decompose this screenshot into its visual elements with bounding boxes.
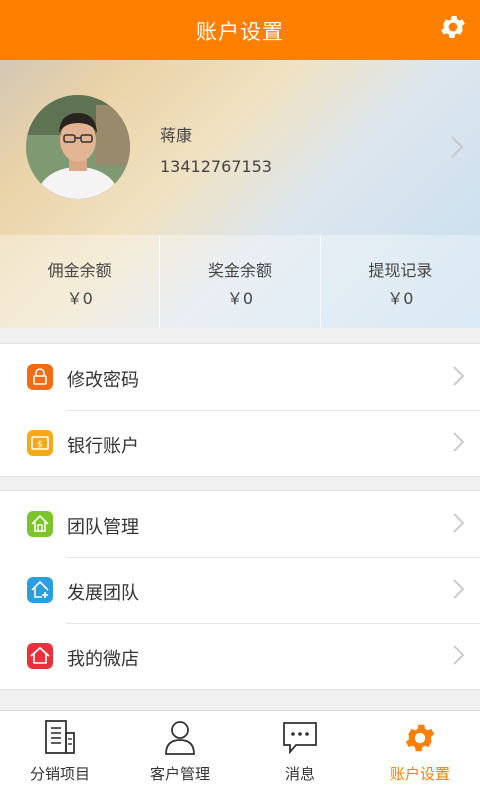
- chevron-right-icon: [453, 513, 464, 533]
- user-name: 蒋康: [160, 126, 193, 145]
- bottom-tab-bar: 分销项目 客户管理 消息 账户设置: [0, 710, 480, 801]
- tab-label: 分销项目: [29, 765, 90, 783]
- menu-item-my-shop[interactable]: 我的微店: [0, 623, 480, 689]
- stat-label: 佣金余额: [47, 261, 112, 280]
- document-icon: [45, 720, 75, 754]
- menu-item-team-management[interactable]: 团队管理: [0, 491, 480, 557]
- chevron-right-icon: [453, 579, 464, 599]
- chevron-right-icon: [453, 432, 464, 452]
- menu-item-label: 团队管理: [67, 517, 139, 538]
- menu-group-account: 修改密码 $ 银行账户: [0, 343, 480, 477]
- stat-label: 提现记录: [368, 261, 433, 280]
- profile-card[interactable]: 蒋康 13412767153 佣金余额 ￥0 奖金余额 ￥0 提现记录 ￥0: [0, 60, 480, 328]
- svg-text:$: $: [37, 440, 43, 450]
- gear-icon: [405, 724, 435, 752]
- withdraw-records[interactable]: 提现记录 ￥0: [319, 235, 480, 328]
- menu-item-bank-account[interactable]: $ 银行账户: [0, 410, 480, 476]
- chevron-right-icon: [453, 366, 464, 386]
- tab-messages[interactable]: 消息: [240, 711, 360, 801]
- stat-value: ￥0: [66, 289, 93, 308]
- home-add-icon: [27, 577, 53, 603]
- person-icon: [165, 721, 195, 755]
- tab-label: 账户设置: [389, 765, 450, 783]
- stat-value: ￥0: [387, 289, 414, 308]
- lock-icon: [27, 364, 53, 390]
- menu-item-label: 我的微店: [67, 649, 139, 670]
- tab-account-settings[interactable]: 账户设置: [360, 711, 480, 801]
- shop-icon: [27, 643, 53, 669]
- page-title: 账户设置: [196, 20, 284, 44]
- menu-item-label: 发展团队: [67, 583, 139, 604]
- menu-item-label: 修改密码: [67, 370, 139, 391]
- tab-customer-management[interactable]: 客户管理: [120, 711, 240, 801]
- menu-item-label: 银行账户: [67, 436, 139, 457]
- menu-group-team: 团队管理 发展团队 我的微店: [0, 490, 480, 690]
- tab-distribution-projects[interactable]: 分销项目: [0, 711, 120, 801]
- bonus-balance[interactable]: 奖金余额 ￥0: [159, 235, 319, 328]
- balance-stats: 佣金余额 ￥0 奖金余额 ￥0 提现记录 ￥0: [0, 235, 480, 328]
- gear-icon[interactable]: [438, 12, 468, 42]
- stat-label: 奖金余额: [207, 261, 272, 280]
- user-phone: 13412767153: [160, 157, 272, 176]
- chevron-right-icon: [453, 645, 464, 665]
- tab-label: 客户管理: [149, 765, 210, 783]
- stat-value: ￥0: [226, 289, 254, 308]
- home-icon: [27, 511, 53, 537]
- chevron-right-icon: [451, 136, 464, 158]
- menu-item-change-password[interactable]: 修改密码: [0, 344, 480, 410]
- menu-item-grow-team[interactable]: 发展团队: [0, 557, 480, 623]
- tab-label: 消息: [284, 765, 315, 783]
- message-icon: [283, 722, 317, 755]
- bank-card-icon: $: [27, 430, 53, 456]
- commission-balance[interactable]: 佣金余额 ￥0: [0, 235, 159, 328]
- top-bar: 账户设置: [0, 0, 480, 60]
- avatar: [26, 95, 130, 199]
